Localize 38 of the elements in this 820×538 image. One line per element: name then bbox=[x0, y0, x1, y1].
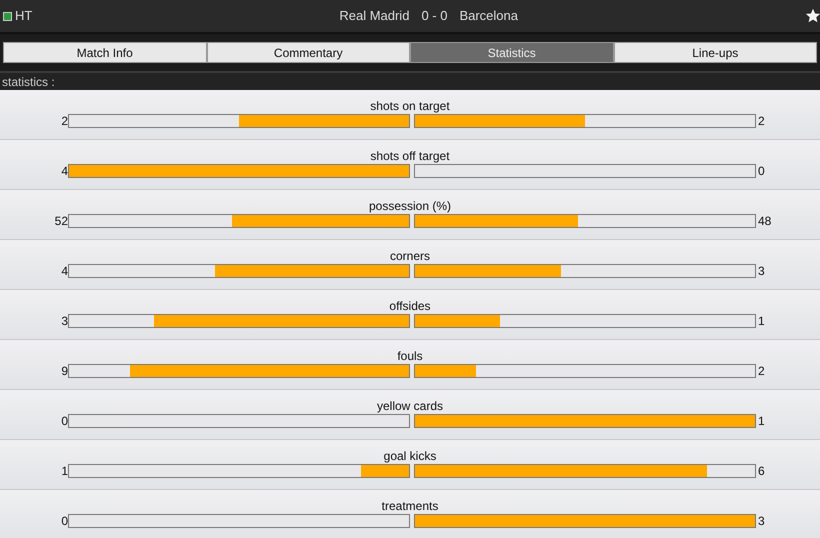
stat-label: shots off target bbox=[370, 149, 450, 163]
home-value: 4 bbox=[60, 164, 68, 178]
status-icon bbox=[3, 12, 12, 20]
home-value: 3 bbox=[60, 314, 68, 328]
away-value: 1 bbox=[757, 314, 766, 328]
away-value: 48 bbox=[757, 214, 772, 228]
home-value: 4 bbox=[60, 264, 68, 278]
home-team: Real Madrid bbox=[339, 7, 410, 26]
stat-label: treatments bbox=[382, 499, 438, 513]
away-value: 1 bbox=[757, 414, 766, 428]
away-value: 6 bbox=[757, 464, 766, 478]
home-value: 1 bbox=[60, 464, 68, 478]
match-status: HT bbox=[15, 7, 32, 26]
stat-label: goal kicks bbox=[384, 449, 436, 463]
away-team: Barcelona bbox=[459, 7, 518, 26]
home-value: 52 bbox=[54, 214, 68, 228]
stat-label: offsides bbox=[389, 299, 431, 313]
tab[interactable]: Line-ups bbox=[614, 42, 817, 63]
star-icon[interactable] bbox=[805, 8, 820, 24]
home-value: 9 bbox=[60, 364, 68, 378]
home-value: 0 bbox=[60, 514, 68, 528]
stat-label: fouls bbox=[397, 349, 423, 363]
tab[interactable]: Statistics bbox=[410, 42, 614, 63]
away-value: 3 bbox=[757, 514, 766, 528]
stat-label: possession (%) bbox=[368, 199, 452, 213]
home-value: 2 bbox=[60, 114, 68, 128]
away-value: 3 bbox=[757, 264, 766, 278]
away-value: 0 bbox=[757, 164, 766, 178]
stat-label: shots on target bbox=[370, 99, 450, 113]
home-value: 0 bbox=[60, 414, 68, 428]
tab[interactable]: Commentary bbox=[206, 42, 410, 63]
stat-label: corners bbox=[390, 249, 430, 263]
away-value: 2 bbox=[757, 114, 766, 128]
section-title: statistics : bbox=[0, 71, 820, 90]
tab[interactable]: Match Info bbox=[3, 42, 206, 63]
score: 0 - 0 bbox=[421, 7, 448, 26]
stat-label: yellow cards bbox=[376, 399, 444, 413]
away-value: 2 bbox=[757, 364, 766, 378]
